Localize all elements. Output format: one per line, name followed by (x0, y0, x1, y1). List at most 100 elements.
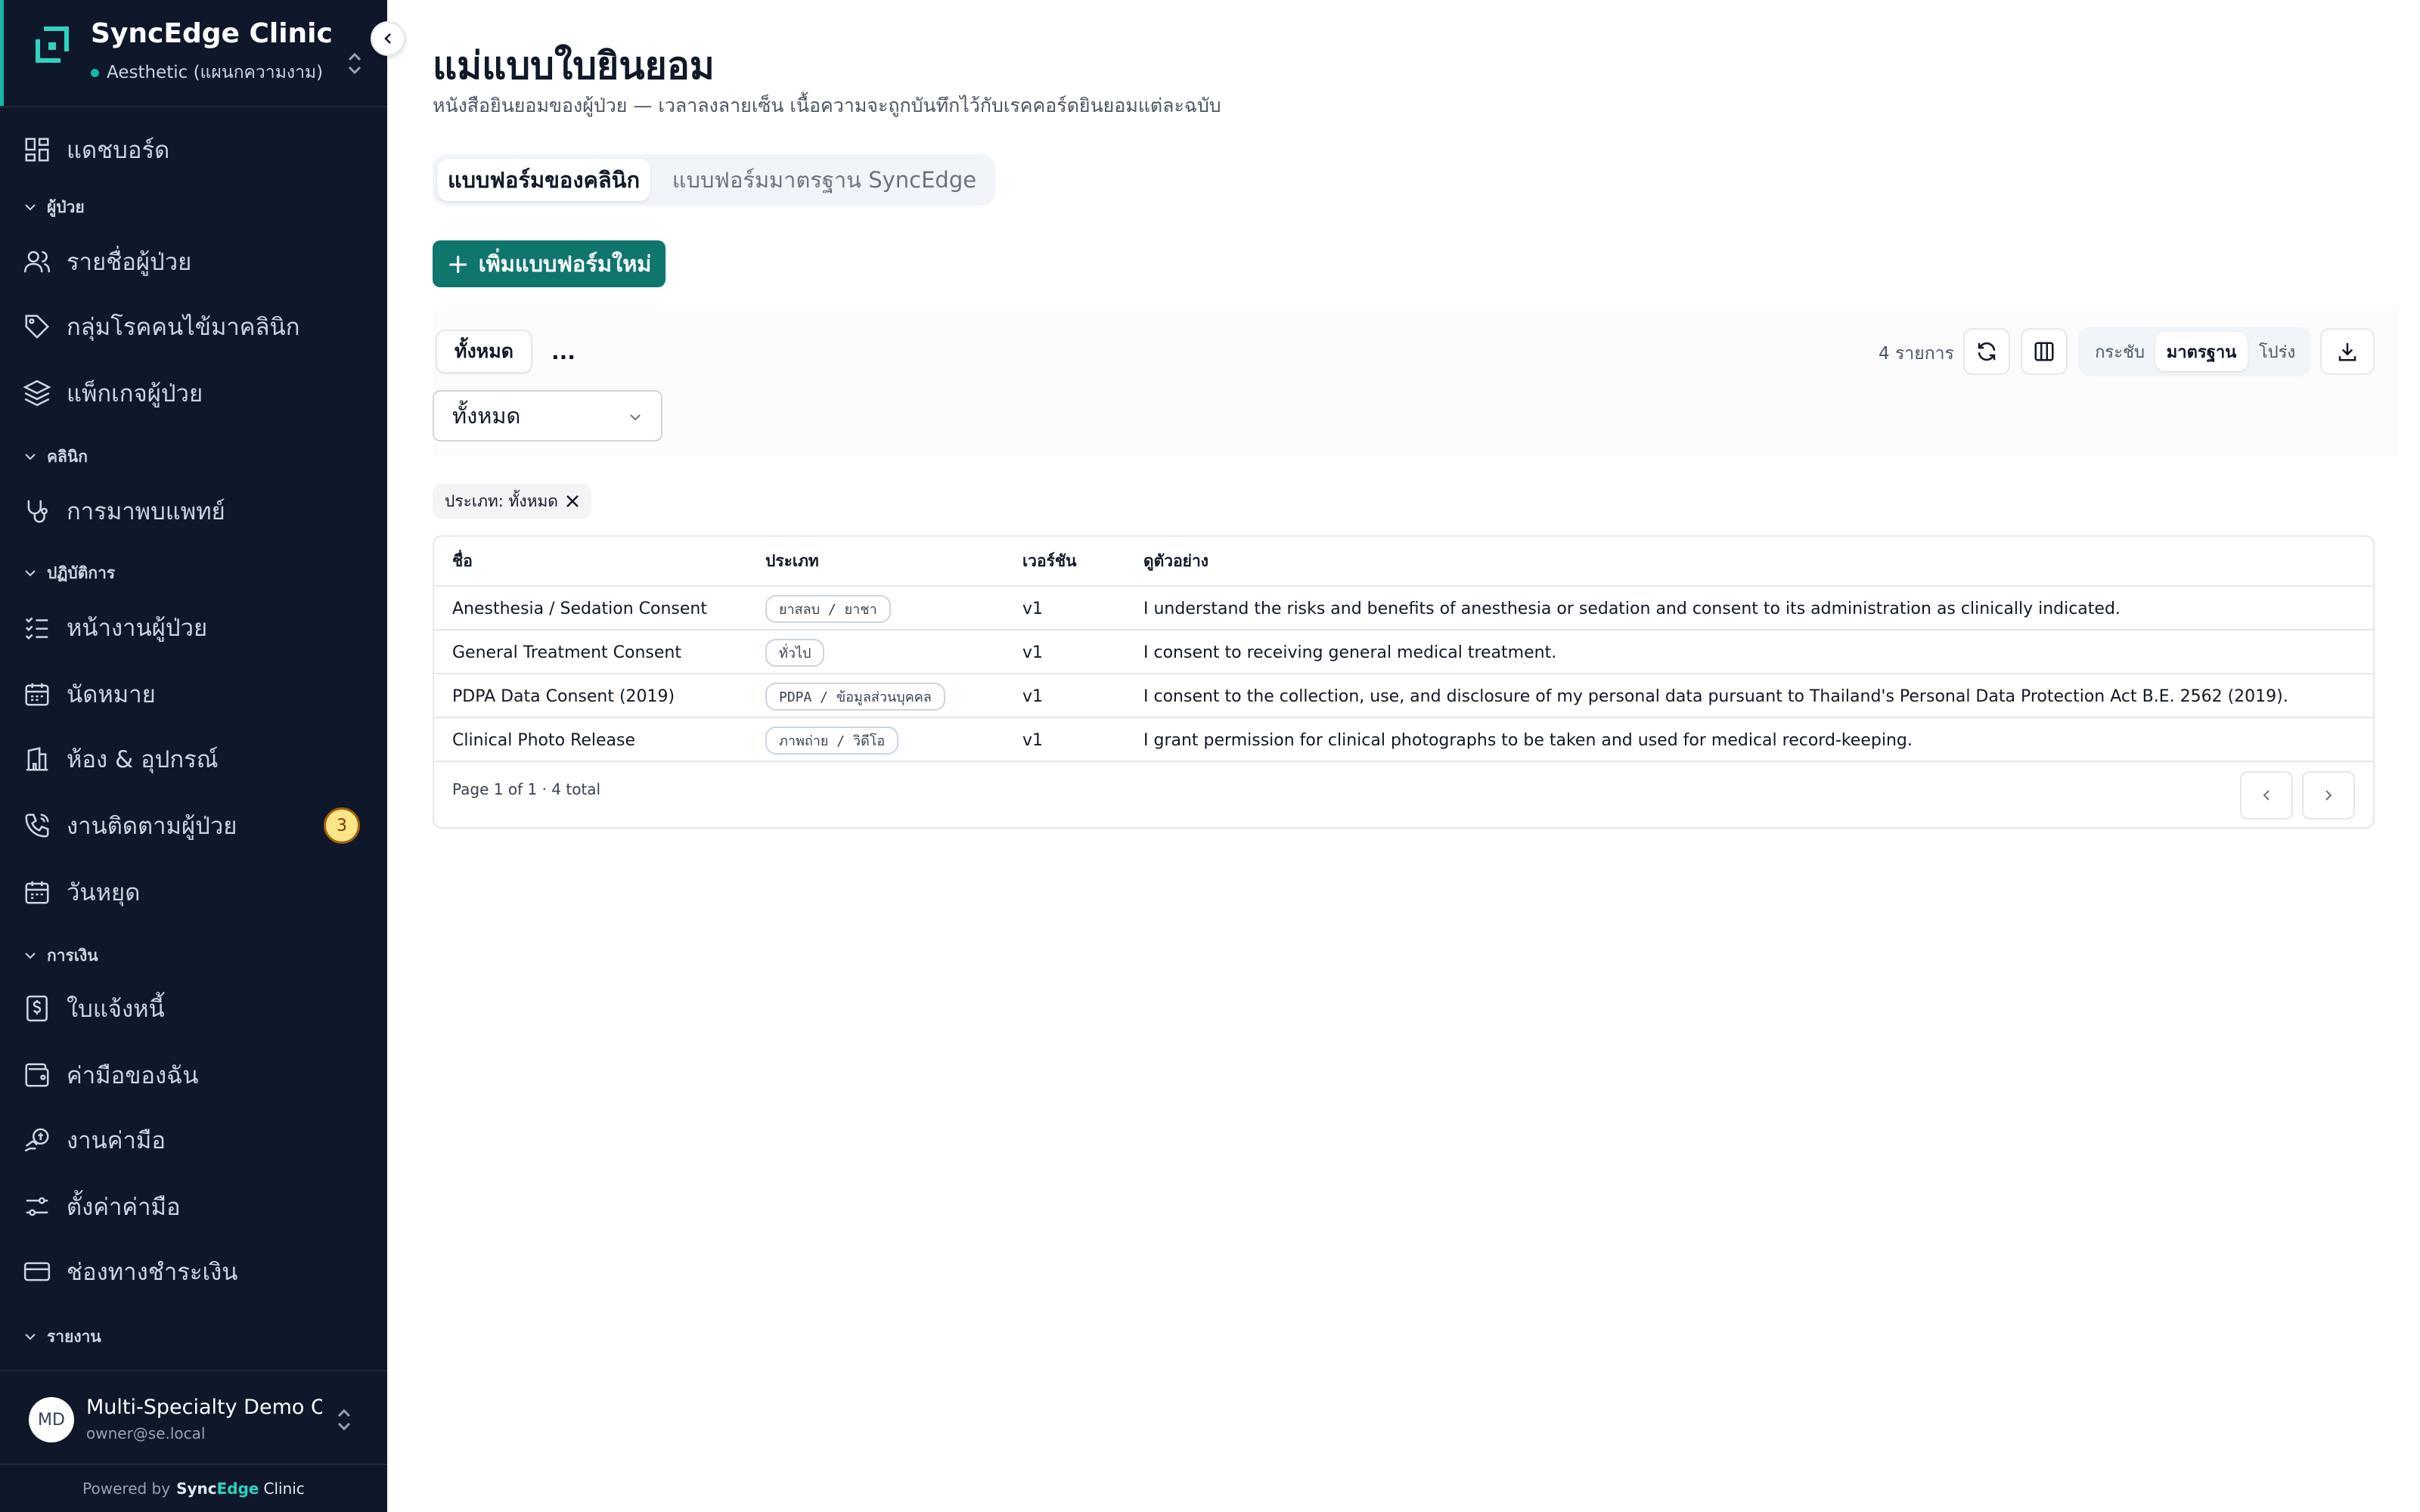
cell-version: v1 (1022, 599, 1044, 618)
cell-version: v1 (1022, 730, 1044, 750)
clinic-logo-icon (36, 26, 69, 63)
previous-page-button[interactable] (2240, 771, 2293, 820)
sidebar-item-patient-tasks[interactable]: หน้างานผู้ป่วย (23, 605, 207, 650)
column-header-preview[interactable]: ดูตัวอย่าง (1143, 537, 1208, 585)
sidebar-item-label: ห้อง & อุปกรณ์ (67, 746, 219, 773)
column-header-name[interactable]: ชื่อ (452, 537, 473, 585)
sidebar-item-label: วันหยุด (67, 879, 141, 906)
section-operations[interactable]: ปฏิบัติการ (23, 558, 115, 588)
sidebar-item-label: งานค่ามือ (67, 1127, 166, 1154)
table-row[interactable]: PDPA Data Consent (2019) PDPA / ข้อมูลส่… (434, 674, 2373, 718)
collapse-sidebar-button[interactable] (371, 21, 405, 56)
type-filter-select[interactable]: ทั้งหมด (433, 390, 662, 442)
cell-preview: I grant permission for clinical photogra… (1143, 730, 1913, 750)
type-tag: ยาสลบ / ยาชา (765, 594, 891, 623)
section-reports[interactable]: รายงาน (23, 1321, 101, 1352)
cell-name: Clinical Photo Release (452, 730, 636, 750)
sidebar-item-patient-list[interactable]: รายชื่อผู้ป่วย (23, 239, 191, 284)
sidebar-item-dashboard[interactable]: แดชบอร์ด (23, 127, 169, 172)
department-selector[interactable]: Aesthetic (แผนกความงาม) (91, 59, 323, 86)
column-header-version[interactable]: เวอร์ชัน (1022, 537, 1076, 585)
sidebar-item-invoices[interactable]: ใบแจ้งหนี้ (23, 986, 165, 1031)
section-label: คลินิก (47, 447, 88, 466)
sidebar-item-label: หน้างานผู้ป่วย (67, 615, 208, 642)
sidebar-item-fee-jobs[interactable]: งานค่ามือ (23, 1117, 166, 1163)
consent-templates-table: ชื่อ ประเภท เวอร์ชัน ดูตัวอย่าง Anesthes… (433, 535, 2375, 829)
followups-count-badge: 3 (324, 807, 360, 844)
view-all-chip[interactable]: ทั้งหมด (436, 330, 532, 373)
sidebar-item-label: การมาพบแพทย์ (67, 498, 225, 525)
chevron-up-down-icon[interactable] (333, 1406, 355, 1433)
powered-by-footer: Powered by Sync Edge Clinic (0, 1464, 387, 1512)
section-label: ผู้ป่วย (47, 197, 85, 216)
list-checks-icon (25, 617, 48, 640)
add-new-form-button[interactable]: + เพิ่มแบบฟอร์มใหม่ (433, 240, 666, 287)
download-button[interactable] (2320, 328, 2375, 375)
cell-name: General Treatment Consent (452, 643, 681, 662)
user-menu[interactable]: MD Multi-Specialty Demo Owner owner@se.l… (0, 1370, 387, 1464)
density-compact[interactable]: กระชับ (2086, 332, 2154, 371)
sidebar-item-label: ตั้งค่าค่ามือ (67, 1194, 181, 1221)
density-toggle: กระชับ มาตรฐาน โปร่ง (2078, 327, 2311, 376)
cell-type: ภาพถ่าย / วิดีโอ (765, 718, 899, 762)
density-standard[interactable]: มาตรฐาน (2155, 332, 2248, 371)
close-icon[interactable] (564, 493, 581, 510)
column-header-type[interactable]: ประเภท (765, 537, 819, 585)
sidebar-item-rooms-equipment[interactable]: ห้อง & อุปกรณ์ (23, 736, 219, 782)
section-patients[interactable]: ผู้ป่วย (23, 192, 85, 222)
phone-icon (25, 813, 49, 838)
cell-type: PDPA / ข้อมูลส่วนบุคคล (765, 674, 945, 718)
cell-preview: I consent to the collection, use, and di… (1143, 686, 2288, 706)
table-row[interactable]: Anesthesia / Sedation Consent ยาสลบ / ยา… (434, 587, 2373, 631)
chevron-up-down-icon[interactable] (343, 48, 366, 79)
sidebar-item-label: ใบแจ้งหนี้ (67, 996, 165, 1023)
section-clinic[interactable]: คลินิก (23, 442, 88, 472)
powered-by-clinic: Clinic (263, 1479, 305, 1498)
more-options-button[interactable]: ... (544, 333, 582, 370)
sidebar-item-appointments[interactable]: นัดหมาย (23, 671, 156, 717)
user-email: owner@se.local (86, 1424, 206, 1442)
cell-preview: I consent to receiving general medical t… (1143, 643, 1557, 662)
next-page-button[interactable] (2302, 771, 2355, 820)
active-filter-tag: ประเภท: ทั้งหมด (433, 484, 591, 519)
chevron-down-icon (630, 414, 641, 421)
cell-version: v1 (1022, 643, 1044, 662)
sidebar-item-disease-groups[interactable]: กลุ่มโรคคนไข้มาคลินิก (23, 304, 300, 349)
cell-preview: I understand the risks and benefits of a… (1143, 599, 2121, 618)
sidebar-item-label: งานติดตามผู้ป่วย (67, 813, 237, 840)
chevron-right-icon (2325, 790, 2332, 801)
section-label: ปฏิบัติการ (47, 563, 116, 582)
section-finance[interactable]: การเงิน (23, 940, 98, 971)
tab-syncedge-standard-forms[interactable]: แบบฟอร์มมาตรฐาน SyncEdge (659, 159, 989, 201)
sidebar-item-label: ช่องทางชำระเงิน (67, 1259, 238, 1286)
sidebar-header[interactable]: SyncEdge Clinic Aesthetic (แผนกความงาม) (0, 0, 387, 107)
sidebar-item-followups[interactable]: งานติดตามผู้ป่วย (23, 803, 237, 848)
chevron-down-icon (25, 953, 36, 959)
sliders-icon (26, 1197, 48, 1216)
columns-button[interactable] (2021, 328, 2068, 375)
table-row[interactable]: Clinical Photo Release ภาพถ่าย / วิดีโอ … (434, 718, 2373, 762)
stethoscope-icon (27, 500, 48, 523)
department-label: Aesthetic (แผนกความงาม) (107, 63, 324, 82)
refresh-button[interactable] (1963, 328, 2010, 375)
sidebar-item-my-fees[interactable]: ค่ามือของฉัน (23, 1052, 198, 1098)
building-icon (26, 747, 48, 771)
sidebar-item-patient-packages[interactable]: แพ็กเกจผู้ป่วย (23, 370, 203, 416)
sidebar-item-holidays[interactable]: วันหยุด (23, 869, 140, 915)
table-row[interactable]: General Treatment Consent ทั่วไป v1 I co… (434, 631, 2373, 674)
sidebar-item-doctor-visits[interactable]: การมาพบแพทย์ (23, 488, 225, 534)
sidebar-item-label: รายชื่อผู้ป่วย (67, 249, 192, 276)
sidebar-item-label: แพ็กเกจผู้ป่วย (67, 380, 203, 407)
tab-clinic-forms[interactable]: แบบฟอร์มของคลินิก (437, 159, 650, 201)
density-comfortable[interactable]: โปร่ง (2249, 332, 2305, 371)
users-icon (23, 251, 51, 273)
cell-name: PDPA Data Consent (2019) (452, 686, 675, 706)
sidebar-item-fee-settings[interactable]: ตั้งค่าค่ามือ (23, 1184, 181, 1229)
sidebar-item-label: กลุ่มโรคคนไข้มาคลินิก (67, 314, 300, 341)
sidebar: SyncEdge Clinic Aesthetic (แผนกความงาม) … (0, 0, 405, 1512)
powered-by-edge: Edge (216, 1479, 259, 1498)
chevron-left-icon (384, 33, 391, 44)
sidebar-item-payment-channels[interactable]: ช่องทางชำระเงิน (23, 1249, 237, 1294)
coins-hand-icon (24, 1128, 49, 1152)
chevron-down-icon (25, 1334, 36, 1340)
